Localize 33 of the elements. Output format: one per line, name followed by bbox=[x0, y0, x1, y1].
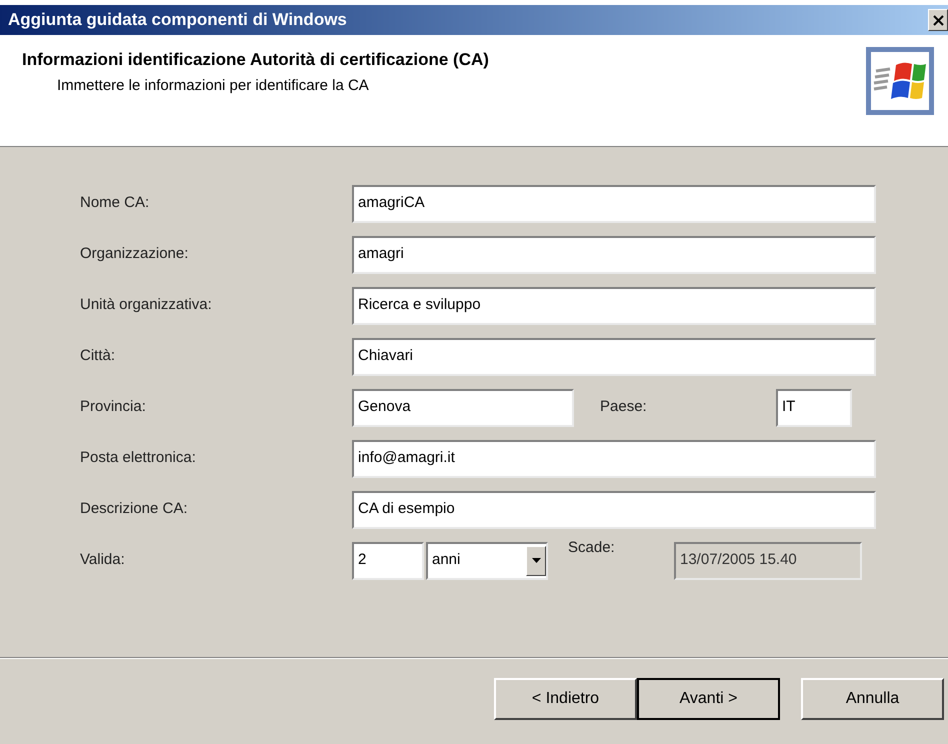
field-label: Nome CA: bbox=[80, 193, 150, 214]
field-label: Posta elettronica: bbox=[80, 448, 197, 468]
field-label: Città: bbox=[80, 346, 116, 366]
caret-icon bbox=[532, 558, 540, 563]
dropdown-value: anni bbox=[432, 550, 460, 570]
input-field[interactable]: amagriCA bbox=[352, 184, 876, 222]
wizard-button[interactable]: Avanti > bbox=[637, 678, 780, 720]
field-label: Scade: bbox=[568, 538, 616, 558]
input-field[interactable]: CA di esempio bbox=[352, 490, 876, 528]
field-label: Valida: bbox=[80, 550, 126, 570]
input-field[interactable]: amagri bbox=[352, 236, 876, 274]
input-field[interactable]: 2 bbox=[352, 542, 424, 580]
input-field[interactable]: info@amagri.it bbox=[352, 440, 876, 478]
input-field: 13/07/2005 15.40 bbox=[674, 542, 862, 580]
field-label: Provincia: bbox=[80, 397, 147, 418]
input-field[interactable]: IT bbox=[776, 388, 852, 426]
field-label: Paese: bbox=[600, 397, 648, 418]
input-field[interactable]: Ricerca e sviluppo bbox=[352, 286, 876, 324]
field-label: Descrizione CA: bbox=[80, 499, 189, 520]
window-title: Aggiunta guidata componenti di Windows bbox=[8, 9, 347, 32]
dropdown[interactable]: anni bbox=[426, 542, 548, 580]
close-icon bbox=[932, 14, 944, 26]
field-label: Organizzazione: bbox=[80, 244, 190, 264]
windows-logo-icon bbox=[866, 47, 934, 115]
close-button[interactable] bbox=[928, 9, 948, 31]
page-subtitle: Immettere le informazioni per identificare la CA bbox=[56, 76, 370, 96]
page-title: Informazioni identificazione Autorità di certificazione (CA) bbox=[22, 49, 489, 71]
wizard-button[interactable]: Annulla bbox=[801, 678, 944, 720]
field-label: Unità organizzativa: bbox=[80, 295, 213, 316]
wizard-button[interactable]: < Indietro bbox=[494, 678, 637, 720]
input-field[interactable]: Genova bbox=[352, 388, 574, 426]
dropdown-arrow-button[interactable] bbox=[526, 546, 546, 576]
input-field[interactable]: Chiavari bbox=[352, 338, 876, 376]
